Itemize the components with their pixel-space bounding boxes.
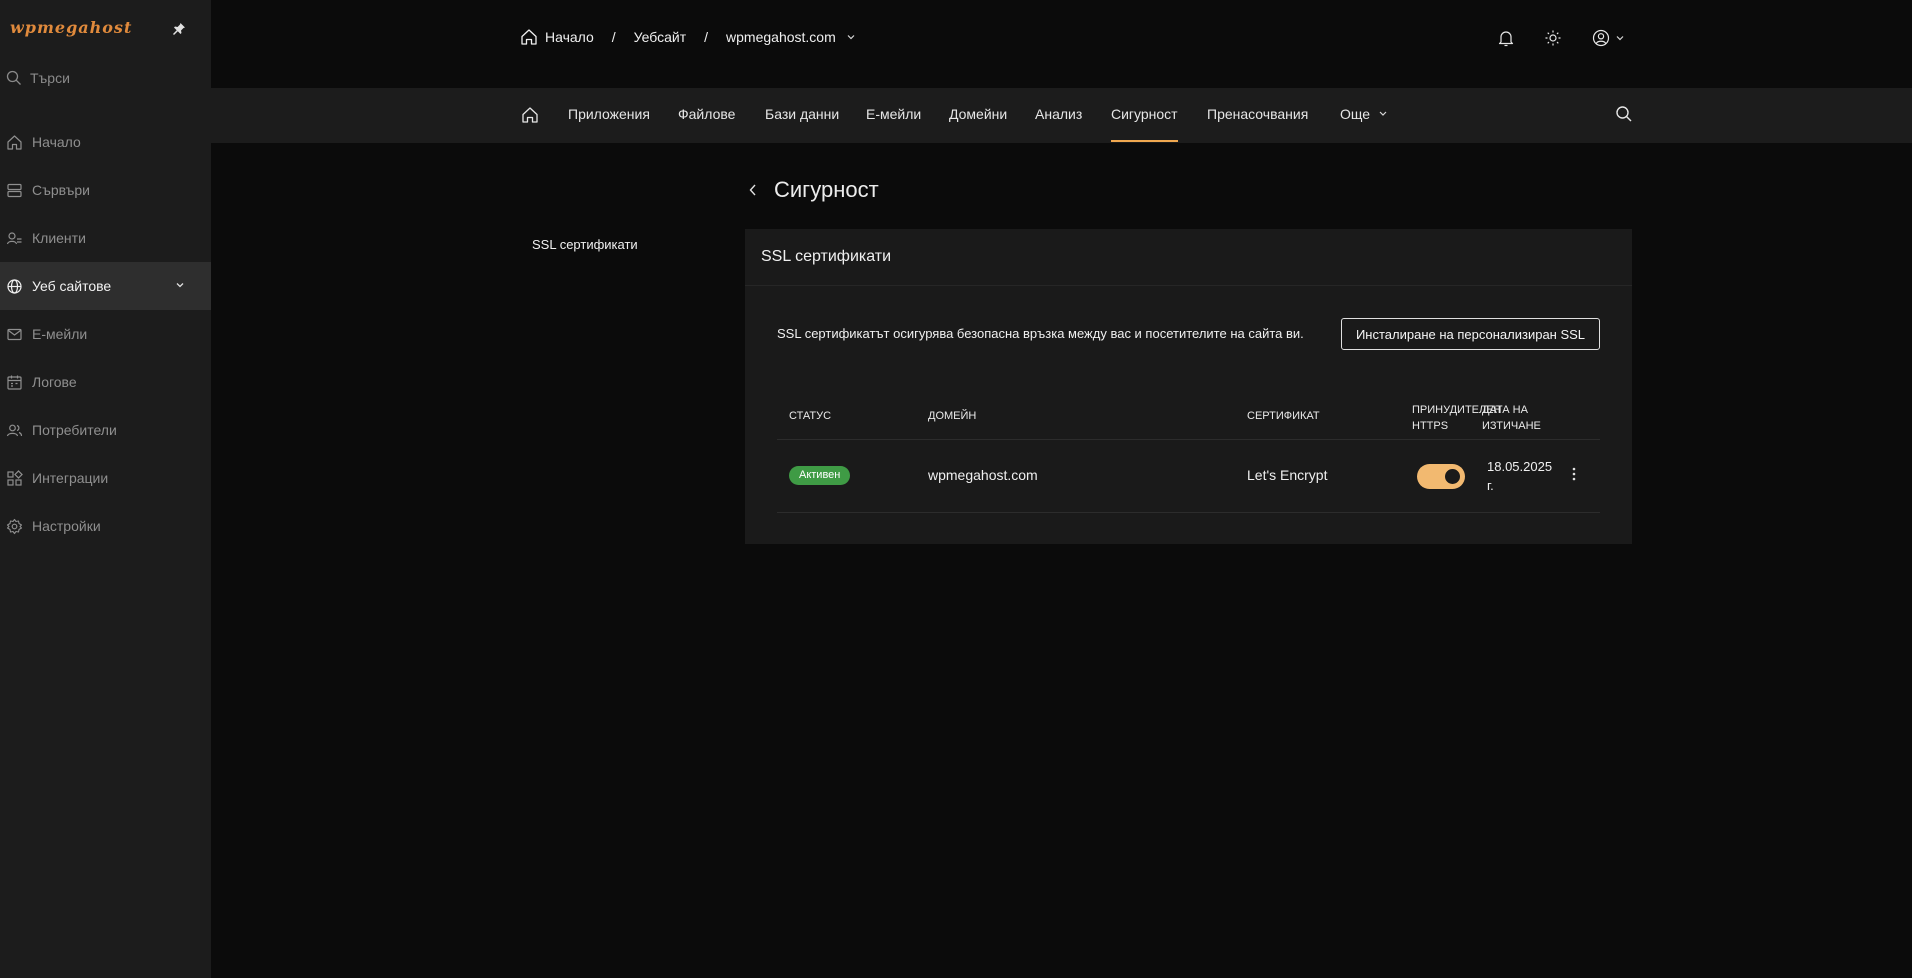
row-domain: wpmegahost.com (928, 467, 1038, 483)
table-row: Активен wpmegahost.com Let's Encrypt 18.… (777, 440, 1600, 513)
header-actions (1498, 29, 1625, 47)
sidebar-item-users[interactable]: Потребители (0, 406, 211, 454)
sidebar-item-label: Уеб сайтове (32, 278, 112, 294)
column-certificate[interactable]: СЕРТИФИКАТ (1247, 410, 1320, 422)
bell-icon[interactable] (1498, 29, 1514, 47)
sidebar-item-settings[interactable]: Настройки (0, 502, 211, 550)
ssl-card: SSL сертификати SSL сертификатът осигуря… (745, 229, 1632, 544)
sidebar-item-home[interactable]: Начало (0, 118, 211, 166)
tab-security[interactable]: Сигурност (1111, 106, 1178, 142)
tab-more[interactable]: Още (1340, 106, 1388, 122)
sidebar-nav: Начало Сървъри Клиенти Уеб сайтове Е-мей… (0, 118, 211, 550)
column-domain[interactable]: ДОМЕЙН (928, 410, 976, 422)
sidebar-item-label: Е-мейли (32, 326, 88, 342)
top-header: Начало / Уебсайт / wpmegahost.com (211, 0, 1912, 88)
tab-redirects[interactable]: Пренасочвания (1207, 106, 1308, 122)
clients-icon (6, 230, 23, 247)
submenu-item-ssl[interactable]: SSL сертификати (532, 237, 638, 252)
breadcrumb-separator: / (704, 29, 709, 45)
row-certificate: Let's Encrypt (1247, 467, 1328, 483)
tab-analytics[interactable]: Анализ (1035, 106, 1082, 122)
back-chevron-icon[interactable] (748, 183, 758, 197)
column-expiry-line2: ИЗТИЧАНЕ (1482, 420, 1541, 432)
users-icon (6, 422, 23, 439)
breadcrumb: Начало / Уебсайт / wpmegahost.com (520, 28, 856, 46)
sidebar-search-placeholder: Търси (30, 70, 70, 86)
sidebar-item-label: Сървъри (32, 182, 90, 198)
breadcrumb-separator: / (611, 29, 616, 45)
home-icon (6, 134, 23, 151)
sidebar-item-label: Настройки (32, 518, 101, 534)
pin-icon[interactable] (172, 22, 186, 36)
sidebar-item-label: Клиенти (32, 230, 86, 246)
row-expiry: 18.05.2025 г. (1487, 457, 1552, 495)
search-icon[interactable] (1615, 105, 1633, 123)
tab-emails[interactable]: Е-мейли (866, 106, 921, 122)
column-expiry[interactable]: ДАТА НА ИЗТИЧАНЕ (1482, 402, 1541, 434)
sidebar-item-label: Интеграции (32, 470, 109, 486)
user-menu[interactable] (1592, 29, 1625, 47)
sidebar-item-label: Логове (32, 374, 77, 390)
calendar-icon (6, 374, 23, 391)
card-title: SSL сертификати (745, 229, 1632, 286)
tab-more-label: Още (1340, 106, 1371, 122)
breadcrumb-site[interactable]: wpmegahost.com (726, 29, 836, 45)
breadcrumb-website[interactable]: Уебсайт (634, 29, 686, 45)
table-header: СТАТУС ДОМЕЙН СЕРТИФИКАТ ПРИНУДИТЕЛЕН HT… (777, 392, 1600, 440)
grid-icon (6, 469, 23, 487)
row-expiry-line1: 18.05.2025 (1487, 459, 1553, 474)
row-expiry-line2: г. (1487, 478, 1494, 493)
sidebar: wpmegahost Търси Начало Сървъри Клиенти … (0, 0, 211, 978)
more-options-icon[interactable] (1572, 466, 1576, 482)
section-tabs: Приложения Файлове Бази данни Е-мейли До… (211, 88, 1912, 143)
column-expiry-line1: ДАТА НА (1482, 404, 1528, 416)
install-custom-ssl-button[interactable]: Инсталиране на персонализиран SSL (1341, 318, 1600, 350)
gear-icon (6, 518, 23, 535)
user-circle-icon (1592, 29, 1610, 47)
breadcrumb-home[interactable]: Начало (545, 29, 594, 45)
mail-icon (6, 326, 23, 343)
page-header: Сигурност (748, 177, 879, 203)
force-https-toggle[interactable] (1417, 464, 1465, 489)
chevron-down-icon[interactable] (175, 280, 185, 290)
card-description: SSL сертификатът осигурява безопасна връ… (777, 326, 1304, 341)
chevron-down-icon[interactable] (846, 32, 856, 42)
sun-icon[interactable] (1544, 29, 1562, 47)
page-title: Сигурност (774, 177, 879, 202)
home-icon[interactable] (521, 106, 539, 124)
search-icon (6, 70, 22, 86)
logo[interactable]: wpmegahost (10, 18, 132, 37)
ssl-table: СТАТУС ДОМЕЙН СЕРТИФИКАТ ПРИНУДИТЕЛЕН HT… (777, 392, 1600, 513)
sidebar-item-emails[interactable]: Е-мейли (0, 310, 211, 358)
globe-icon (6, 278, 23, 295)
tab-databases[interactable]: Бази данни (765, 106, 839, 122)
home-icon[interactable] (520, 28, 538, 46)
status-badge: Активен (789, 466, 851, 485)
server-icon (6, 182, 23, 199)
chevron-down-icon (1378, 109, 1388, 119)
column-status[interactable]: СТАТУС (789, 410, 831, 422)
tab-domains[interactable]: Домейни (949, 106, 1007, 122)
sidebar-item-label: Потребители (32, 422, 117, 438)
sidebar-search[interactable]: Търси (0, 66, 211, 90)
sidebar-item-clients[interactable]: Клиенти (0, 214, 211, 262)
chevron-down-icon (1615, 33, 1625, 43)
sidebar-item-servers[interactable]: Сървъри (0, 166, 211, 214)
sidebar-item-websites[interactable]: Уеб сайтове (0, 262, 211, 310)
tab-applications[interactable]: Приложения (568, 106, 650, 122)
sidebar-item-label: Начало (32, 134, 81, 150)
sidebar-item-integrations[interactable]: Интеграции (0, 454, 211, 502)
toggle-knob (1445, 469, 1460, 484)
tab-files[interactable]: Файлове (678, 106, 735, 122)
sidebar-item-logs[interactable]: Логове (0, 358, 211, 406)
